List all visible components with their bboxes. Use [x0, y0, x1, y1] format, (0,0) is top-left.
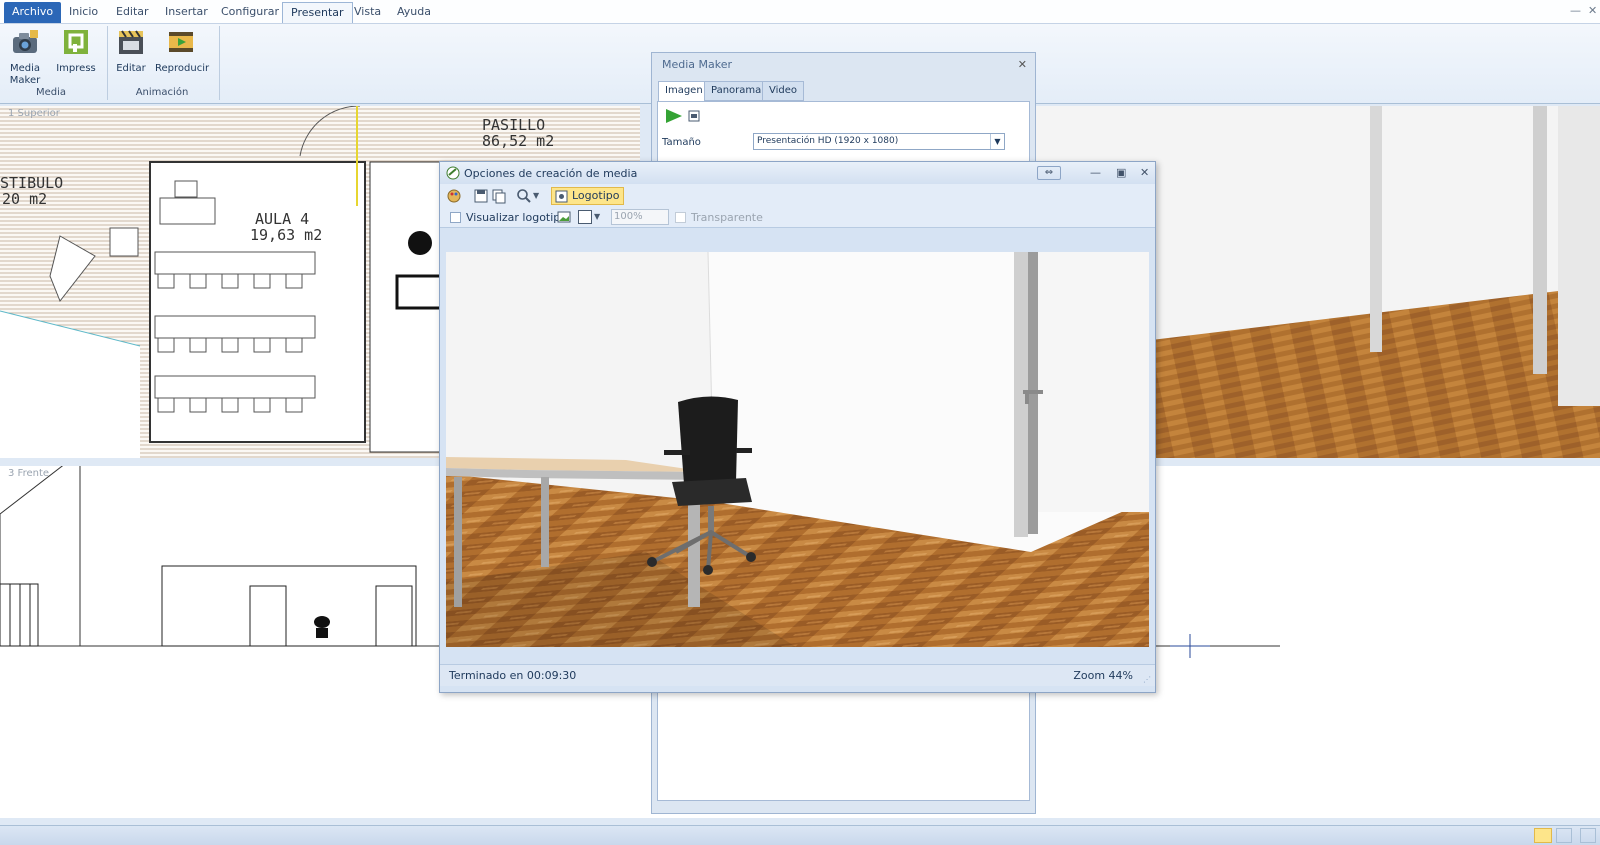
dialog-toolbar: ▼ Logotipo Visualizar logotipo ▼ 100% Tr… — [440, 184, 1155, 228]
menu-tab-archivo[interactable]: Archivo — [4, 2, 62, 23]
editar-label: Editar — [116, 63, 146, 74]
ribbon-separator — [219, 26, 220, 100]
resize-toggle-icon[interactable]: ⇔ — [1037, 166, 1061, 180]
dialog-titlebar[interactable]: Opciones de creación de media ⇔ — ▣ ✕ — [440, 162, 1155, 184]
menu-tab-vista[interactable]: Vista — [346, 2, 389, 23]
tab-video[interactable]: Video — [762, 81, 805, 101]
play-icon[interactable] — [664, 108, 684, 124]
close-icon[interactable]: ✕ — [1018, 58, 1027, 71]
close-icon[interactable]: ✕ — [1140, 166, 1149, 179]
chevron-down-icon: ▼ — [990, 134, 1004, 149]
dialog-title: Opciones de creación de media — [464, 167, 638, 180]
minimize-icon[interactable]: — — [1090, 166, 1101, 179]
app-statusbar — [0, 825, 1600, 845]
render-status-text: Terminado en 00:09:30 — [449, 669, 577, 682]
menu-tab-presentar[interactable]: Presentar — [282, 2, 353, 23]
tab-imagen[interactable]: Imagen — [658, 81, 710, 102]
room-area-aula: 19,63 m2 — [250, 226, 322, 244]
save-icon[interactable] — [473, 188, 489, 204]
palette-icon[interactable] — [446, 188, 462, 204]
logotipo-button[interactable]: Logotipo — [551, 187, 625, 205]
media-options-icon — [446, 166, 460, 180]
logo-opacity-input[interactable]: 100% — [611, 209, 669, 225]
logo-icon — [555, 190, 568, 203]
view-tool-icon[interactable] — [1580, 828, 1596, 843]
position-icon[interactable] — [578, 210, 592, 224]
camera-icon — [13, 30, 38, 53]
media-maker-title: Media Maker — [662, 58, 733, 71]
menu-tab-insertar[interactable]: Insertar — [157, 2, 216, 23]
media-options-dialog: Opciones de creación de media ⇔ — ▣ ✕ ▼ — [439, 161, 1156, 693]
editar-animation-button[interactable]: Editar — [113, 28, 149, 75]
room-area-vestibulo: 20 m2 — [2, 190, 47, 208]
size-dropdown-value: Presentación HD (1920 x 1080) — [757, 136, 899, 146]
move-tool-icon[interactable] — [1534, 828, 1552, 843]
rendered-room-image — [446, 252, 1149, 647]
film-play-icon — [169, 32, 193, 52]
dialog-statusbar: Terminado en 00:09:30 Zoom 44% ⋰ — [440, 664, 1155, 686]
show-logo-label: Visualizar logotipo — [466, 211, 568, 224]
impress-label: Impress — [56, 63, 96, 74]
render-settings-icon[interactable] — [688, 110, 700, 122]
copy-icon[interactable] — [491, 188, 507, 204]
transparent-checkbox[interactable] — [675, 212, 686, 223]
maximize-icon[interactable]: ▣ — [1116, 166, 1126, 179]
snap-tool-icon[interactable] — [1556, 828, 1572, 843]
menu-tab-editar[interactable]: Editar — [108, 2, 157, 23]
size-dropdown[interactable]: Presentación HD (1920 x 1080) ▼ — [753, 133, 1005, 150]
reproducir-button[interactable]: Reproducir — [155, 28, 210, 75]
show-logo-checkbox[interactable] — [450, 212, 461, 223]
close-icon[interactable]: ✕ — [1588, 4, 1597, 17]
group-label-animacion: Animación — [135, 87, 189, 98]
logotipo-label: Logotipo — [572, 189, 620, 202]
size-label: Tamaño — [662, 137, 701, 148]
impress-button[interactable]: Impress — [56, 28, 96, 75]
media-maker-button[interactable]: Media Maker — [6, 28, 44, 87]
zoom-level-text: Zoom 44% — [1073, 669, 1133, 682]
viewport-label-superior: 1 Superior — [8, 108, 60, 119]
menu-tab-configurar[interactable]: Configurar — [213, 2, 287, 23]
menu-tab-inicio[interactable]: Inicio — [61, 2, 106, 23]
render-preview — [446, 252, 1149, 647]
group-label-media: Media — [35, 87, 67, 98]
zoom-icon[interactable] — [516, 188, 532, 204]
media-maker-label: Media Maker — [9, 63, 41, 86]
viewport-label-frente: 3 Frente — [8, 468, 50, 479]
transparent-label: Transparente — [691, 211, 763, 224]
reproducir-label: Reproducir — [155, 63, 210, 74]
menu-bar: Archivo Inicio Editar Insertar Configura… — [0, 0, 1600, 24]
tab-panorama[interactable]: Panorama — [704, 81, 769, 101]
menu-tab-ayuda[interactable]: Ayuda — [389, 2, 439, 23]
impress-icon — [64, 30, 88, 54]
chevron-down-icon[interactable]: ▼ — [594, 212, 600, 221]
minimize-icon[interactable]: — — [1570, 4, 1581, 17]
image-icon[interactable] — [557, 211, 571, 223]
clapperboard-icon — [119, 30, 143, 54]
room-area-pasillo: 86,52 m2 — [482, 132, 554, 150]
resize-grip-icon[interactable]: ⋰ — [1143, 675, 1151, 684]
ribbon-separator — [107, 26, 108, 100]
chevron-down-icon[interactable]: ▼ — [533, 191, 539, 200]
